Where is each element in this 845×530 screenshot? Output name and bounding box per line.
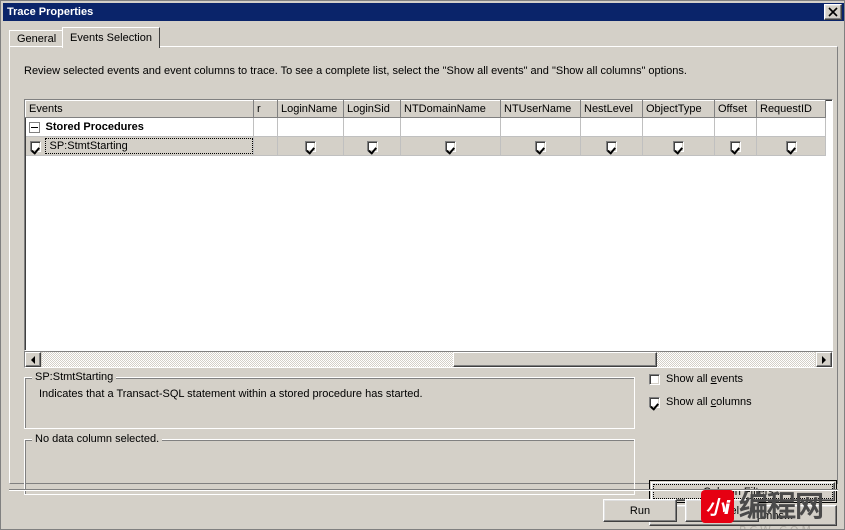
- cell-objecttype[interactable]: [642, 136, 715, 156]
- collapse-icon[interactable]: [28, 121, 40, 133]
- events-grid[interactable]: Events r LoginName LoginSid NTDomainName…: [24, 99, 833, 351]
- tab-strip: General Events Selection: [9, 27, 838, 48]
- show-all-columns-option[interactable]: Show all columns: [649, 396, 752, 408]
- group-empty-cell: [756, 117, 826, 137]
- title-bar: Trace Properties: [3, 3, 844, 21]
- column-checkbox[interactable]: [673, 140, 684, 152]
- show-all-columns-label: Show all columns: [666, 396, 752, 408]
- close-button[interactable]: [824, 4, 842, 20]
- scroll-left-icon: [31, 355, 35, 364]
- group-empty-cell: [277, 117, 344, 137]
- event-description-legend: SP:StmtStarting: [32, 371, 117, 383]
- column-header-events[interactable]: Events: [25, 100, 254, 118]
- window-title: Trace Properties: [7, 6, 94, 18]
- group-empty-cell: [642, 117, 715, 137]
- column-header-ntusername[interactable]: NTUserName: [500, 100, 581, 118]
- close-icon: [828, 7, 838, 17]
- show-all-events-option[interactable]: Show all events: [649, 373, 743, 385]
- run-button[interactable]: Run: [603, 499, 677, 522]
- column-header-loginsid[interactable]: LoginSid: [343, 100, 401, 118]
- cell-ntusername[interactable]: [500, 136, 581, 156]
- run-label: Run: [629, 504, 651, 517]
- column-description-legend: No data column selected.: [32, 433, 163, 445]
- group-empty-cell: [714, 117, 757, 137]
- column-checkbox[interactable]: [305, 140, 316, 152]
- column-checkbox[interactable]: [366, 140, 378, 152]
- trace-properties-dialog: Trace Properties General Events Selectio…: [0, 0, 845, 530]
- cell-loginsid[interactable]: [343, 136, 401, 156]
- column-checkbox[interactable]: [606, 140, 617, 152]
- cell-requestid[interactable]: [756, 136, 826, 156]
- scroll-left-button[interactable]: [25, 352, 41, 367]
- column-description-groupbox: No data column selected.: [24, 433, 635, 495]
- cell-loginname[interactable]: [277, 136, 344, 156]
- scrollbar-thumb[interactable]: [453, 352, 657, 367]
- column-header-objecttype[interactable]: ObjectType: [642, 100, 715, 118]
- column-header-clipped[interactable]: r: [253, 100, 278, 118]
- cancel-label: Cancel: [704, 504, 740, 517]
- column-checkbox[interactable]: [785, 140, 797, 152]
- footer-separator: [9, 489, 838, 491]
- column-header-ntdomainname[interactable]: NTDomainName: [400, 100, 501, 118]
- events-selection-panel: Review selected events and event columns…: [9, 46, 838, 526]
- column-header-requestid[interactable]: RequestID: [756, 100, 826, 118]
- group-empty-cell: [400, 117, 501, 137]
- event-name-label: SP:StmtStarting: [49, 140, 128, 152]
- cell-clipped[interactable]: [253, 136, 278, 156]
- events-grid-table: Events r LoginName LoginSid NTDomainName…: [25, 100, 826, 156]
- event-name-focus: SP:StmtStarting: [44, 138, 253, 154]
- tab-events-selection[interactable]: Events Selection: [62, 27, 160, 48]
- column-header-nestlevel[interactable]: NestLevel: [580, 100, 643, 118]
- group-empty-cell: [500, 117, 581, 137]
- scrollbar-track[interactable]: [42, 352, 815, 367]
- event-description-groupbox: SP:StmtStarting Indicates that a Transac…: [24, 371, 635, 429]
- scroll-right-icon: [822, 355, 826, 364]
- show-all-columns-checkbox[interactable]: [649, 396, 660, 408]
- column-checkbox[interactable]: [535, 140, 546, 152]
- cancel-button[interactable]: Cancel: [685, 499, 759, 522]
- group-empty-cell: [253, 117, 278, 137]
- event-enabled-checkbox[interactable]: [29, 140, 41, 152]
- event-description-text: Indicates that a Transact-SQL statement …: [39, 388, 423, 400]
- cell-offset[interactable]: [714, 136, 757, 156]
- table-row[interactable]: Stored Procedures: [25, 117, 826, 137]
- tab-general[interactable]: General: [9, 30, 65, 47]
- focus-indicator: [653, 484, 833, 499]
- grid-horizontal-scrollbar[interactable]: [24, 351, 833, 368]
- event-name-cell[interactable]: SP:StmtStarting: [25, 136, 254, 156]
- instructions-text: Review selected events and event columns…: [24, 65, 687, 77]
- show-all-events-checkbox[interactable]: [649, 373, 660, 385]
- table-row[interactable]: SP:StmtStarting: [25, 136, 826, 156]
- group-empty-cell: [580, 117, 643, 137]
- cell-nestlevel[interactable]: [580, 136, 643, 156]
- scroll-right-button[interactable]: [816, 352, 832, 367]
- column-header-offset[interactable]: Offset: [714, 100, 757, 118]
- column-checkbox[interactable]: [445, 140, 456, 152]
- show-all-events-label: Show all events: [666, 373, 744, 385]
- column-checkbox[interactable]: [730, 140, 741, 152]
- column-header-loginname[interactable]: LoginName: [277, 100, 344, 118]
- group-label: Stored Procedures: [45, 121, 144, 134]
- cell-ntdomainname[interactable]: [400, 136, 501, 156]
- grid-header-row: Events r LoginName LoginSid NTDomainName…: [25, 100, 826, 118]
- group-cell-stored-procedures[interactable]: Stored Procedures: [25, 117, 254, 137]
- group-empty-cell: [343, 117, 401, 137]
